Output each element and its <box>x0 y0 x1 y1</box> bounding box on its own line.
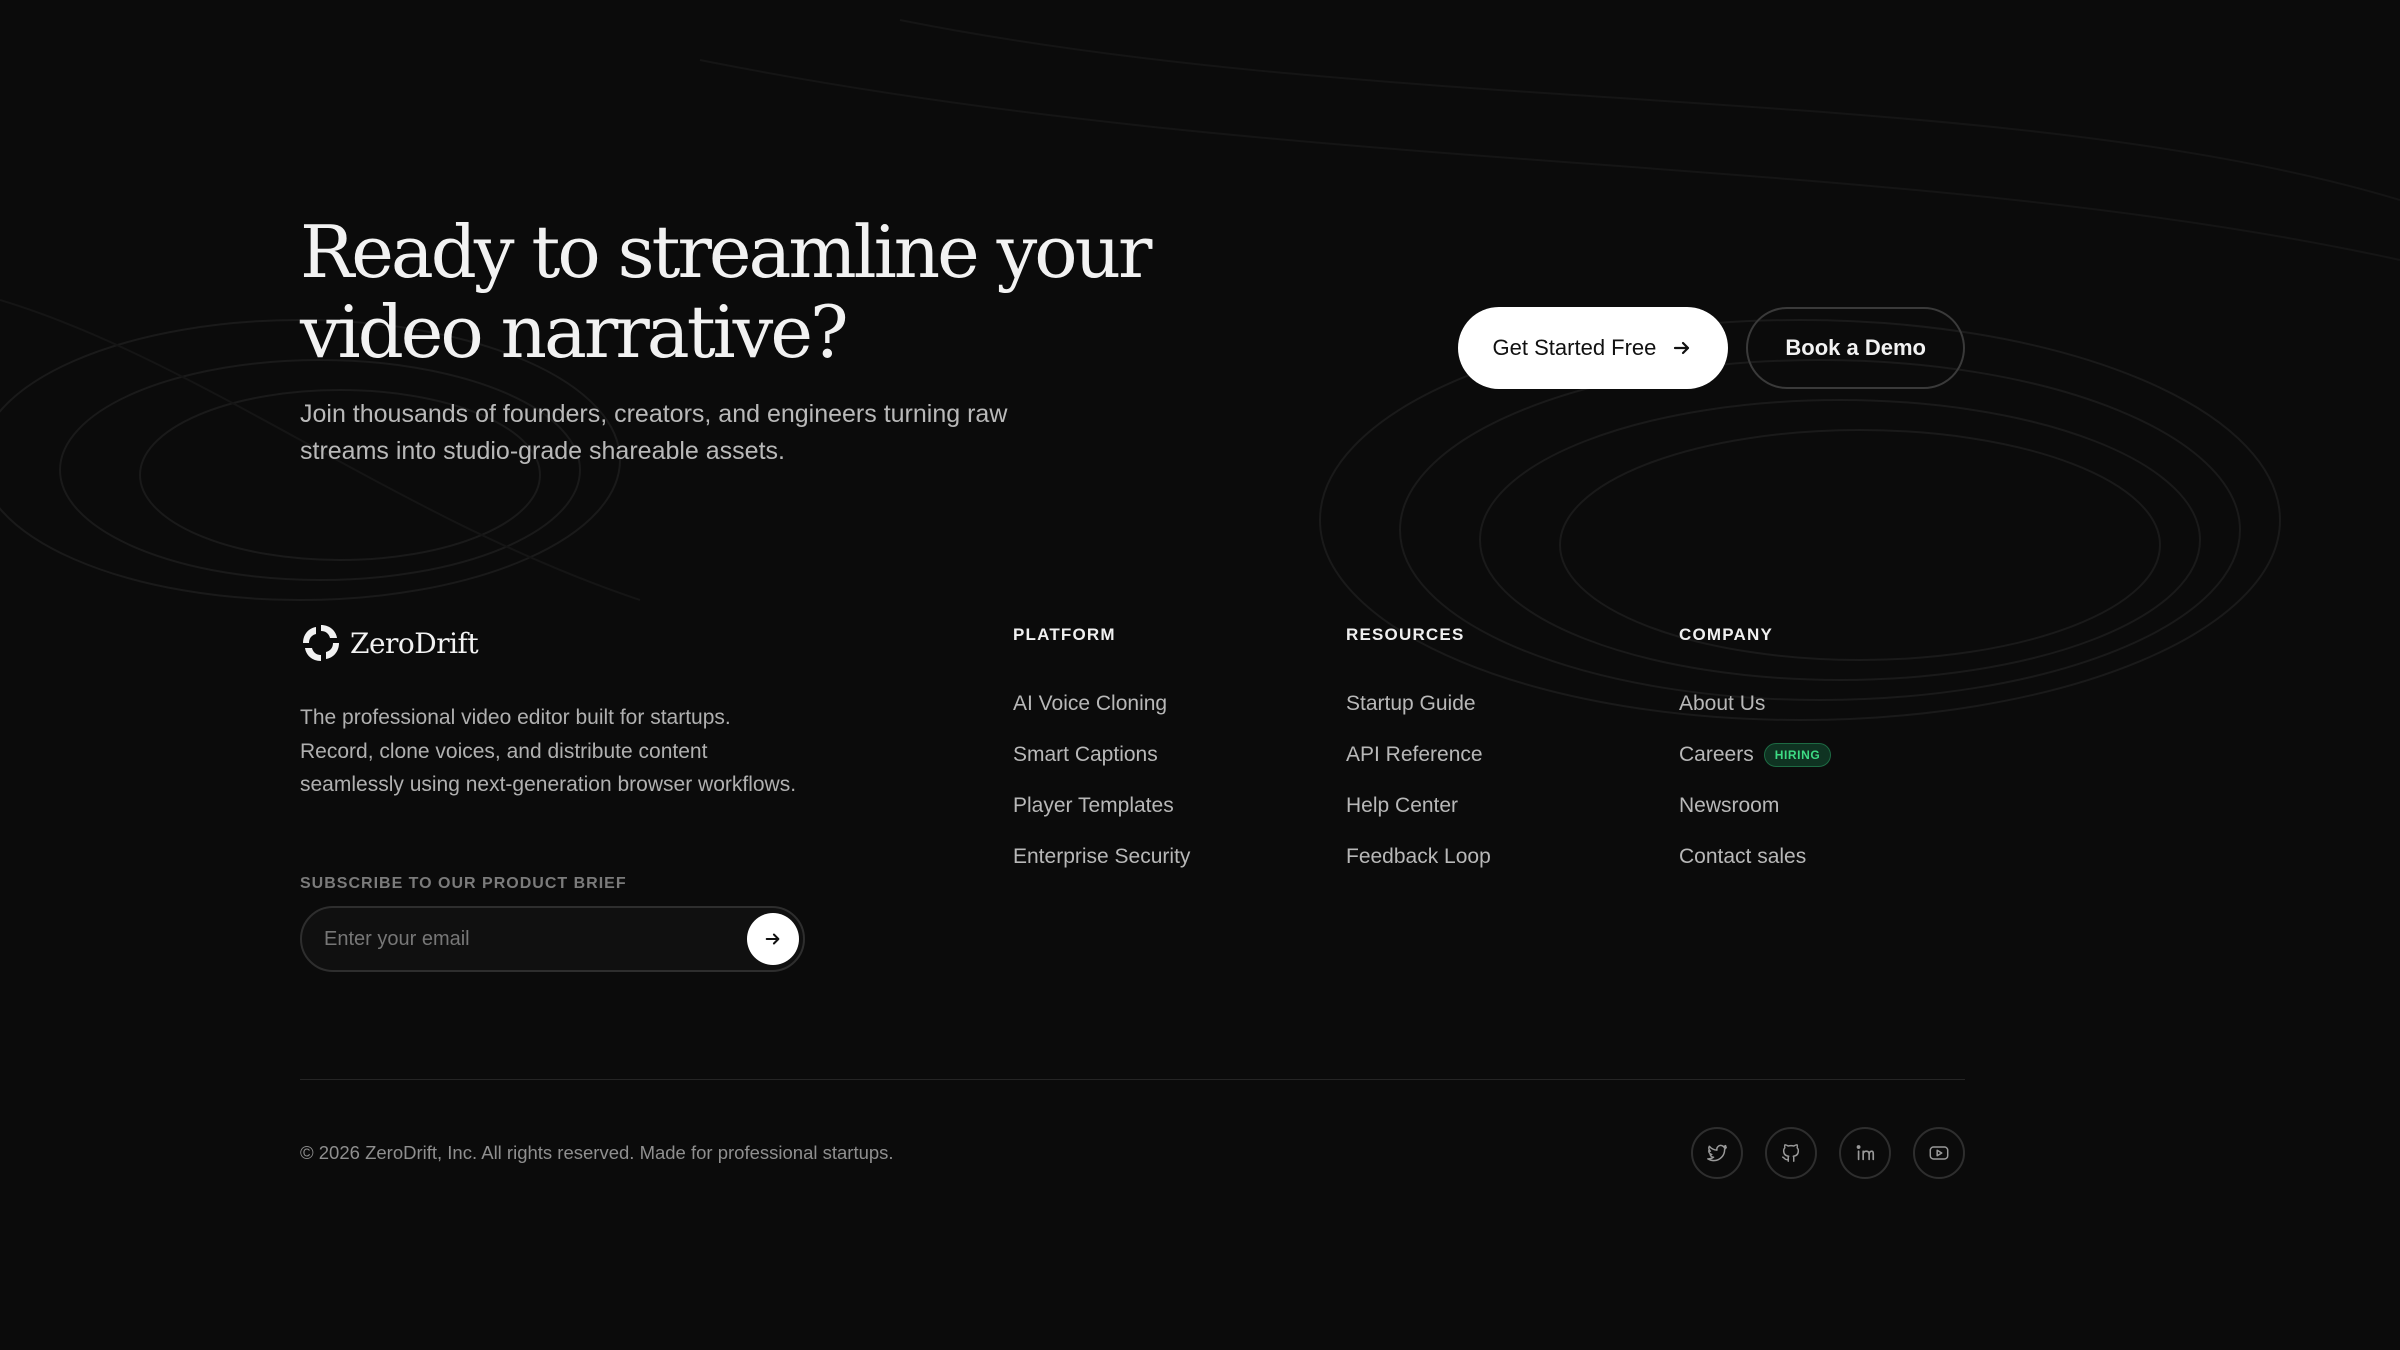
footer-column-company: COMPANY About Us Careers HIRING Newsroom… <box>1679 625 1832 882</box>
linkedin-icon <box>1856 1145 1875 1161</box>
twitter-link[interactable] <box>1691 1127 1743 1179</box>
twitter-icon <box>1707 1144 1727 1162</box>
cta-subtitle-line1: Join thousands of founders, creators, an… <box>300 400 1008 428</box>
linkedin-link[interactable] <box>1839 1127 1891 1179</box>
brand-logo[interactable]: ZeroDrift <box>300 622 479 664</box>
footer-link-about-us[interactable]: About Us <box>1679 678 1831 729</box>
arrow-right-icon <box>765 933 780 945</box>
github-link[interactable] <box>1765 1127 1817 1179</box>
footer-link-help-center[interactable]: Help Center <box>1346 780 1491 831</box>
get-started-label: Get Started Free <box>1492 335 1657 360</box>
footer-link-contact-sales[interactable]: Contact sales <box>1679 831 1831 882</box>
cta-section: Ready to streamline your video narrative… <box>300 212 1965 482</box>
footer-column-platform: PLATFORM AI Voice Cloning Smart Captions… <box>1013 625 1190 882</box>
footer-link-api-reference[interactable]: API Reference <box>1346 729 1491 780</box>
footer-link-player-templates[interactable]: Player Templates <box>1013 780 1190 831</box>
book-demo-button[interactable]: Book a Demo <box>1746 307 1965 389</box>
footer-link-feedback-loop[interactable]: Feedback Loop <box>1346 831 1491 882</box>
column-heading: COMPANY <box>1679 625 1774 644</box>
subscribe-label: SUBSCRIBE TO OUR PRODUCT BRIEF <box>300 875 627 892</box>
arrow-right-icon <box>1674 341 1690 355</box>
brand-description: The professional video editor built for … <box>300 706 797 796</box>
column-heading: RESOURCES <box>1346 625 1465 644</box>
youtube-link[interactable] <box>1913 1127 1965 1179</box>
cta-title-line2: video narrative? <box>300 290 849 374</box>
copyright-text: © 2026 ZeroDrift, Inc. All rights reserv… <box>300 1142 894 1163</box>
cta-subtitle: Join thousands of founders, creators, an… <box>300 396 1060 470</box>
github-icon <box>1782 1144 1800 1162</box>
footer-link-smart-captions[interactable]: Smart Captions <box>1013 729 1190 780</box>
cta-title-line1: Ready to streamline your <box>300 210 1152 294</box>
hiring-badge: HIRING <box>1763 742 1832 767</box>
careers-label: Careers <box>1679 742 1754 766</box>
subscribe-submit-button[interactable] <box>747 913 799 965</box>
email-input[interactable] <box>324 908 724 970</box>
get-started-button[interactable]: Get Started Free <box>1457 307 1729 389</box>
social-links <box>1691 1127 1965 1179</box>
cta-buttons: Get Started Free Book a Demo <box>1457 307 1965 389</box>
youtube-icon <box>1929 1146 1949 1160</box>
subscribe-form <box>300 906 805 972</box>
footer-divider <box>300 1079 1965 1080</box>
footer-link-enterprise-security[interactable]: Enterprise Security <box>1013 831 1190 882</box>
footer-page: Ready to streamline your video narrative… <box>0 0 2400 1350</box>
footer-link-careers[interactable]: Careers HIRING <box>1679 729 1832 780</box>
footer-column-resources: RESOURCES Startup Guide API Reference He… <box>1346 625 1491 882</box>
cta-title: Ready to streamline your video narrative… <box>300 212 1200 372</box>
footer-link-newsroom[interactable]: Newsroom <box>1679 780 1831 831</box>
column-heading: PLATFORM <box>1013 625 1116 644</box>
brand-name: ZeroDrift <box>350 626 479 660</box>
footer-link-startup-guide[interactable]: Startup Guide <box>1346 678 1491 729</box>
cta-subtitle-line2: streams into studio-grade shareable asse… <box>300 437 785 465</box>
zerodrift-logo-icon <box>303 625 339 661</box>
book-demo-label: Book a Demo <box>1785 335 1926 360</box>
footer-link-ai-voice-cloning[interactable]: AI Voice Cloning <box>1013 678 1190 729</box>
